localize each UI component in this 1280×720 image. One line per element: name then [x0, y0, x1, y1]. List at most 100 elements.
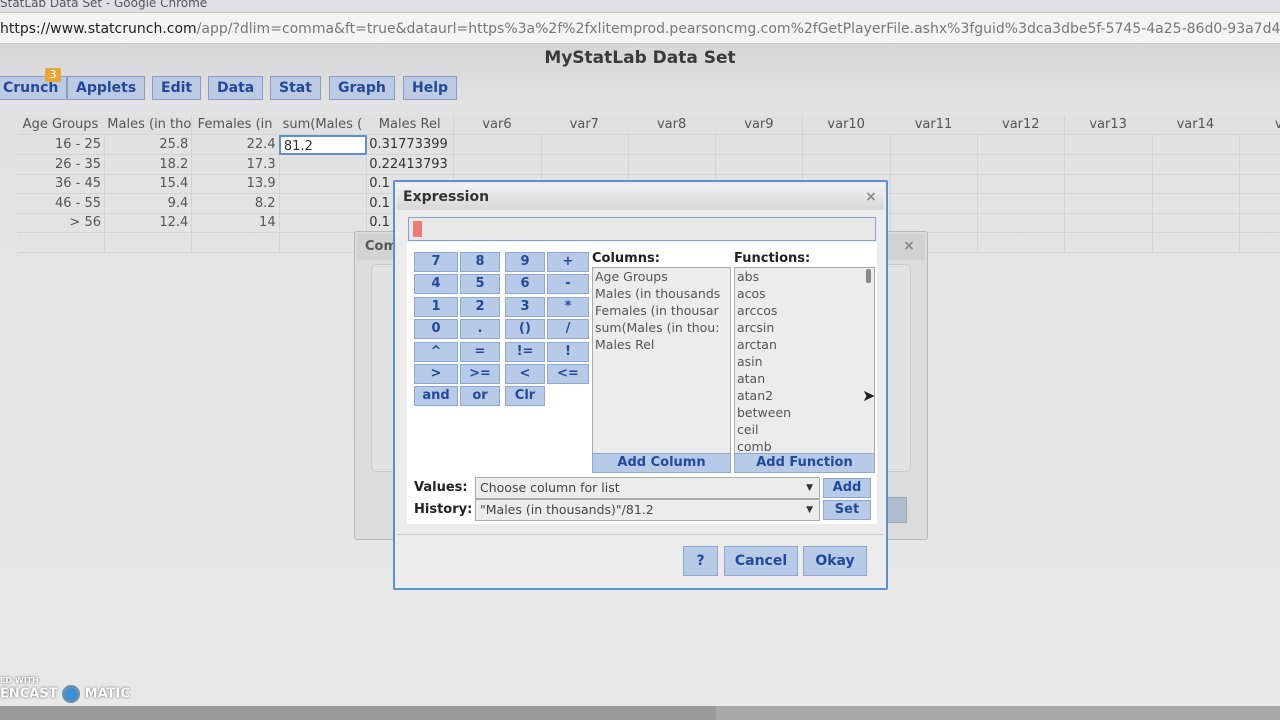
column-header[interactable]: var13 — [1064, 115, 1153, 135]
table-cell[interactable] — [1239, 174, 1280, 194]
add-column-button[interactable]: Add Column — [592, 453, 731, 473]
table-cell[interactable] — [628, 135, 717, 155]
table-cell[interactable] — [1151, 213, 1240, 233]
column-header[interactable]: var6 — [453, 115, 542, 135]
column-header[interactable]: var8 — [628, 115, 717, 135]
keypad-key[interactable]: = — [460, 341, 500, 362]
keypad-key[interactable]: / — [547, 319, 589, 340]
keypad-key[interactable]: 3 — [505, 296, 545, 317]
keypad-key[interactable]: != — [505, 341, 545, 362]
menu-applets[interactable]: Applets — [67, 76, 146, 100]
table-cell[interactable] — [715, 154, 804, 175]
keypad-key[interactable]: 6 — [505, 274, 545, 295]
column-header[interactable]: va — [1239, 115, 1280, 135]
table-cell[interactable] — [191, 232, 280, 253]
table-cell[interactable] — [278, 193, 367, 214]
table-cell[interactable] — [628, 154, 717, 175]
table-cell[interactable] — [1239, 155, 1280, 175]
columns-list[interactable]: Age Groups Males (in thousands Females (in… — [592, 267, 731, 454]
keypad-key[interactable]: 7 — [414, 252, 458, 272]
table-cell[interactable] — [1064, 193, 1153, 214]
table-cell[interactable]: 18.2 — [104, 154, 193, 175]
table-cell[interactable]: 12.4 — [104, 213, 193, 233]
keypad-key[interactable]: 5 — [460, 274, 500, 295]
values-select[interactable]: Choose column for list ▼ — [475, 477, 820, 499]
table-cell[interactable] — [453, 154, 542, 175]
table-cell[interactable] — [715, 135, 804, 155]
table-cell[interactable] — [1064, 213, 1153, 233]
table-cell[interactable] — [1151, 193, 1240, 214]
table-cell[interactable] — [1064, 135, 1153, 155]
table-cell[interactable] — [1239, 135, 1280, 155]
column-item[interactable]: Females (in thousar — [593, 302, 730, 319]
function-item[interactable]: asin — [735, 353, 874, 370]
table-cell[interactable] — [1151, 174, 1240, 194]
table-cell[interactable] — [977, 232, 1066, 253]
table-cell[interactable] — [890, 213, 978, 233]
table-cell[interactable]: 16 - 25 — [17, 135, 105, 155]
table-cell[interactable] — [1064, 232, 1153, 253]
column-header[interactable]: Age Groups — [17, 115, 105, 135]
background-close-icon[interactable]: × — [899, 237, 919, 255]
table-cell[interactable]: 8.2 — [191, 193, 280, 214]
table-cell[interactable] — [1239, 213, 1280, 233]
keypad-key[interactable]: 9 — [505, 252, 545, 272]
table-cell[interactable]: 46 - 55 — [17, 193, 105, 214]
table-cell[interactable]: 0.22413793 — [366, 154, 455, 175]
table-cell[interactable] — [1064, 174, 1153, 194]
cancel-button[interactable]: Cancel — [724, 546, 798, 576]
table-cell[interactable] — [278, 174, 367, 194]
table-cell[interactable] — [890, 193, 978, 214]
table-cell[interactable] — [890, 174, 978, 194]
column-header[interactable]: var11 — [890, 115, 978, 135]
table-cell[interactable] — [802, 135, 891, 155]
address-bar[interactable]: https://www.statcrunch.com/app/?dlim=com… — [0, 12, 1280, 44]
column-header[interactable]: var12 — [977, 115, 1066, 135]
keypad-key[interactable]: or — [460, 386, 500, 407]
table-cell[interactable]: 17.3 — [191, 154, 280, 175]
table-cell[interactable]: 9.4 — [104, 193, 193, 214]
keypad-key[interactable]: () — [505, 319, 545, 340]
table-cell[interactable]: 0.31773399 — [366, 135, 455, 155]
table-cell[interactable]: 15.4 — [104, 174, 193, 194]
table-cell[interactable] — [540, 154, 629, 175]
table-cell[interactable] — [890, 154, 978, 175]
table-cell[interactable] — [1064, 154, 1153, 175]
menu-graph[interactable]: Graph — [329, 76, 395, 100]
expression-input[interactable] — [408, 217, 876, 241]
table-cell[interactable] — [1239, 233, 1280, 253]
add-button[interactable]: Add — [823, 478, 871, 498]
keypad-key[interactable]: 2 — [460, 296, 500, 317]
function-item[interactable]: acos — [735, 285, 874, 302]
keypad-key[interactable]: >= — [460, 364, 500, 384]
table-cell[interactable] — [278, 154, 367, 175]
table-cell[interactable] — [890, 135, 978, 155]
function-item[interactable]: arcsin — [735, 319, 874, 336]
function-item[interactable]: arccos — [735, 302, 874, 319]
menu-stat[interactable]: Stat — [270, 76, 321, 100]
okay-button[interactable]: Okay — [803, 546, 867, 576]
column-header[interactable]: Females (in — [191, 115, 280, 135]
table-cell[interactable] — [977, 154, 1066, 175]
table-cell[interactable] — [802, 154, 891, 175]
column-header[interactable]: var14 — [1151, 115, 1240, 135]
table-cell[interactable] — [278, 213, 367, 233]
table-cell[interactable] — [1239, 194, 1280, 214]
help-button[interactable]: ? — [683, 546, 718, 576]
table-cell[interactable]: 13.9 — [191, 174, 280, 194]
set-button[interactable]: Set — [823, 500, 871, 520]
functions-list[interactable]: abs acos arccos arcsin arctan asin atan atan2 be… — [734, 267, 875, 454]
column-item[interactable]: Males (in thousands — [593, 285, 730, 302]
column-item[interactable]: sum(Males (in thou: — [593, 319, 730, 336]
table-cell[interactable]: > 56 — [17, 213, 105, 233]
keypad-key[interactable]: < — [505, 364, 545, 384]
keypad-key[interactable]: 0 — [414, 319, 458, 340]
keypad-key[interactable]: 8 — [460, 252, 500, 272]
menu-data[interactable]: Data — [208, 76, 264, 100]
table-cell[interactable] — [977, 174, 1066, 194]
keypad-key[interactable]: ! — [547, 341, 589, 362]
function-item[interactable]: between — [735, 404, 874, 421]
column-header[interactable]: var10 — [802, 115, 891, 135]
function-item[interactable]: ceil — [735, 421, 874, 438]
keypad-key[interactable]: . — [460, 319, 500, 340]
